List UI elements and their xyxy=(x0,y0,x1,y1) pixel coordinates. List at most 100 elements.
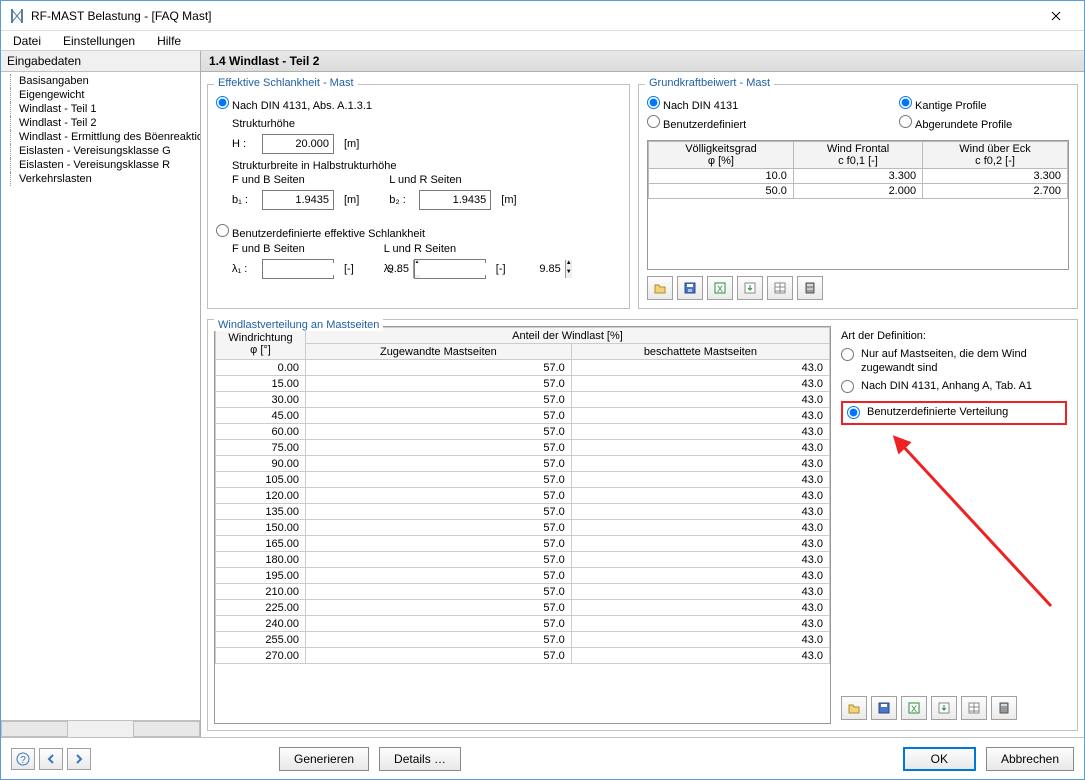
spinner-l2[interactable]: ▲▼ xyxy=(414,259,486,279)
next-icon[interactable] xyxy=(67,748,91,770)
tree-item[interactable]: Basisangaben xyxy=(1,74,200,88)
groupbox-grundkraft: Grundkraftbeiwert - Mast Nach DIN 4131 B… xyxy=(638,84,1078,309)
svg-text:?: ? xyxy=(20,755,26,766)
tree-item[interactable]: Verkehrslasten xyxy=(1,172,200,186)
excel-import-icon[interactable] xyxy=(737,276,763,300)
label-lr2: L und R Seiten xyxy=(384,243,506,255)
help-icon[interactable]: ? xyxy=(11,748,35,770)
excel-export-icon[interactable]: X xyxy=(901,696,927,720)
excel-import-icon[interactable] xyxy=(931,696,957,720)
generate-button[interactable]: Generieren xyxy=(279,747,369,771)
table-row[interactable]: 135.0057.043.0 xyxy=(216,504,830,520)
close-button[interactable] xyxy=(1036,2,1076,30)
table-row[interactable]: 225.0057.043.0 xyxy=(216,600,830,616)
input-b1[interactable] xyxy=(262,190,334,210)
radio-grund-user[interactable]: Benutzerdefiniert xyxy=(647,115,746,131)
table-icon[interactable] xyxy=(961,696,987,720)
sidebar-head: Eingabedaten xyxy=(1,51,200,72)
spinner-l1[interactable]: ▲▼ xyxy=(262,259,334,279)
unit-m: [m] xyxy=(344,138,359,150)
table-grundkraft[interactable]: Völligkeitsgradφ [%] Wind Frontalc f0,1 … xyxy=(647,140,1069,270)
open-icon[interactable] xyxy=(647,276,673,300)
tree-item[interactable]: Windlast - Teil 2 xyxy=(1,116,200,130)
table-row[interactable]: 15.0057.043.0 xyxy=(216,376,830,392)
label-b2: b₂ : xyxy=(389,194,413,206)
table-row[interactable]: 120.0057.043.0 xyxy=(216,488,830,504)
highlight-annotation: Benutzerdefinierte Verteilung xyxy=(841,401,1067,425)
calculator-icon[interactable] xyxy=(991,696,1017,720)
menubar: Datei Einstellungen Hilfe xyxy=(1,31,1084,51)
groupbox-slenderness: Effektive Schlankheit - Mast Nach DIN 41… xyxy=(207,84,630,309)
menu-settings[interactable]: Einstellungen xyxy=(57,32,141,50)
cancel-button[interactable]: Abbrechen xyxy=(986,747,1074,771)
sidebar-hscroll[interactable] xyxy=(1,720,200,737)
radio-profile-kantig[interactable]: Kantige Profile xyxy=(899,96,987,112)
input-H[interactable] xyxy=(262,134,334,154)
groupbox-title: Effektive Schlankheit - Mast xyxy=(214,77,358,89)
save-icon[interactable] xyxy=(677,276,703,300)
groupbox-title: Grundkraftbeiwert - Mast xyxy=(645,77,774,89)
table-row[interactable]: 50.02.0002.700 xyxy=(649,184,1068,199)
label-lr: L und R Seiten xyxy=(389,174,516,186)
table-row[interactable]: 75.0057.043.0 xyxy=(216,440,830,456)
table-row[interactable]: 90.0057.043.0 xyxy=(216,456,830,472)
excel-export-icon[interactable]: X xyxy=(707,276,733,300)
menu-file[interactable]: Datei xyxy=(7,32,47,50)
prev-icon[interactable] xyxy=(39,748,63,770)
label-l1: λ₁ : xyxy=(232,263,256,275)
input-b2[interactable] xyxy=(419,190,491,210)
table-row[interactable]: 10.03.3003.300 xyxy=(649,169,1068,184)
save-icon[interactable] xyxy=(871,696,897,720)
details-button[interactable]: Details … xyxy=(379,747,461,771)
tree-item[interactable]: Eislasten - Vereisungsklasse R xyxy=(1,158,200,172)
label-fb: F und B Seiten xyxy=(232,174,359,186)
calculator-icon[interactable] xyxy=(797,276,823,300)
spin-up-icon: ▲ xyxy=(565,260,572,269)
table-row[interactable]: 255.0057.043.0 xyxy=(216,632,830,648)
tree-item[interactable]: Windlast - Teil 1 xyxy=(1,102,200,116)
svg-text:X: X xyxy=(911,704,917,714)
label-H: H : xyxy=(232,138,256,150)
label-struct-h: Strukturhöhe xyxy=(232,118,621,130)
open-icon[interactable] xyxy=(841,696,867,720)
sidebar: Eingabedaten Basisangaben Eigengewicht W… xyxy=(1,51,201,737)
radio-dist-din[interactable]: Nach DIN 4131, Anhang A, Tab. A1 xyxy=(841,380,1032,394)
annotation-arrow xyxy=(871,426,1071,656)
tree-item[interactable]: Windlast - Ermittlung des Böenreaktionsf… xyxy=(1,130,200,144)
radio-grund-din[interactable]: Nach DIN 4131 xyxy=(647,96,738,112)
table-distribution[interactable]: Windrichtungφ [°] Anteil der Windlast [%… xyxy=(214,326,831,724)
menu-help[interactable]: Hilfe xyxy=(151,32,187,50)
label-struct-b: Strukturbreite in Halbstrukturhöhe xyxy=(232,160,621,172)
tree-item[interactable]: Eislasten - Vereisungsklasse G xyxy=(1,144,200,158)
table-row[interactable]: 180.0057.043.0 xyxy=(216,552,830,568)
page-title: 1.4 Windlast - Teil 2 xyxy=(201,51,1084,72)
app-window: RF-MAST Belastung - [FAQ Mast] Datei Ein… xyxy=(0,0,1085,780)
table-row[interactable]: 165.0057.043.0 xyxy=(216,536,830,552)
tree-item[interactable]: Eigengewicht xyxy=(1,88,200,102)
ok-button[interactable]: OK xyxy=(903,747,976,771)
table-row[interactable]: 0.0057.043.0 xyxy=(216,360,830,376)
radio-slender-user[interactable]: Benutzerdefinierte effektive Schlankheit xyxy=(216,224,425,240)
radio-profile-abgerundet[interactable]: Abgerundete Profile xyxy=(899,115,1012,131)
svg-text:X: X xyxy=(717,284,723,294)
table-row[interactable]: 105.0057.043.0 xyxy=(216,472,830,488)
radio-dist-only[interactable]: Nur auf Mastseiten, die dem Wind zugewan… xyxy=(841,348,1067,376)
radio-dist-user[interactable]: Benutzerdefinierte Verteilung xyxy=(847,406,1008,420)
table-row[interactable]: 210.0057.043.0 xyxy=(216,584,830,600)
table-row[interactable]: 45.0057.043.0 xyxy=(216,408,830,424)
table-icon[interactable] xyxy=(767,276,793,300)
table-row[interactable]: 150.0057.043.0 xyxy=(216,520,830,536)
table-row[interactable]: 270.0057.043.0 xyxy=(216,648,830,664)
footer: ? Generieren Details … OK Abbrechen xyxy=(1,737,1084,779)
label-def-head: Art der Definition: xyxy=(841,330,1067,342)
table-row[interactable]: 240.0057.043.0 xyxy=(216,616,830,632)
table-row[interactable]: 60.0057.043.0 xyxy=(216,424,830,440)
nav-tree: Basisangaben Eigengewicht Windlast - Tei… xyxy=(1,72,200,720)
groupbox-title: Windlastverteilung an Mastseiten xyxy=(214,319,383,331)
app-icon xyxy=(9,8,25,24)
table-row[interactable]: 30.0057.043.0 xyxy=(216,392,830,408)
window-title: RF-MAST Belastung - [FAQ Mast] xyxy=(31,9,1036,23)
radio-slender-din[interactable]: Nach DIN 4131, Abs. A.1.3.1 xyxy=(216,96,372,112)
label-l2: λ₂ : xyxy=(384,263,408,275)
table-row[interactable]: 195.0057.043.0 xyxy=(216,568,830,584)
